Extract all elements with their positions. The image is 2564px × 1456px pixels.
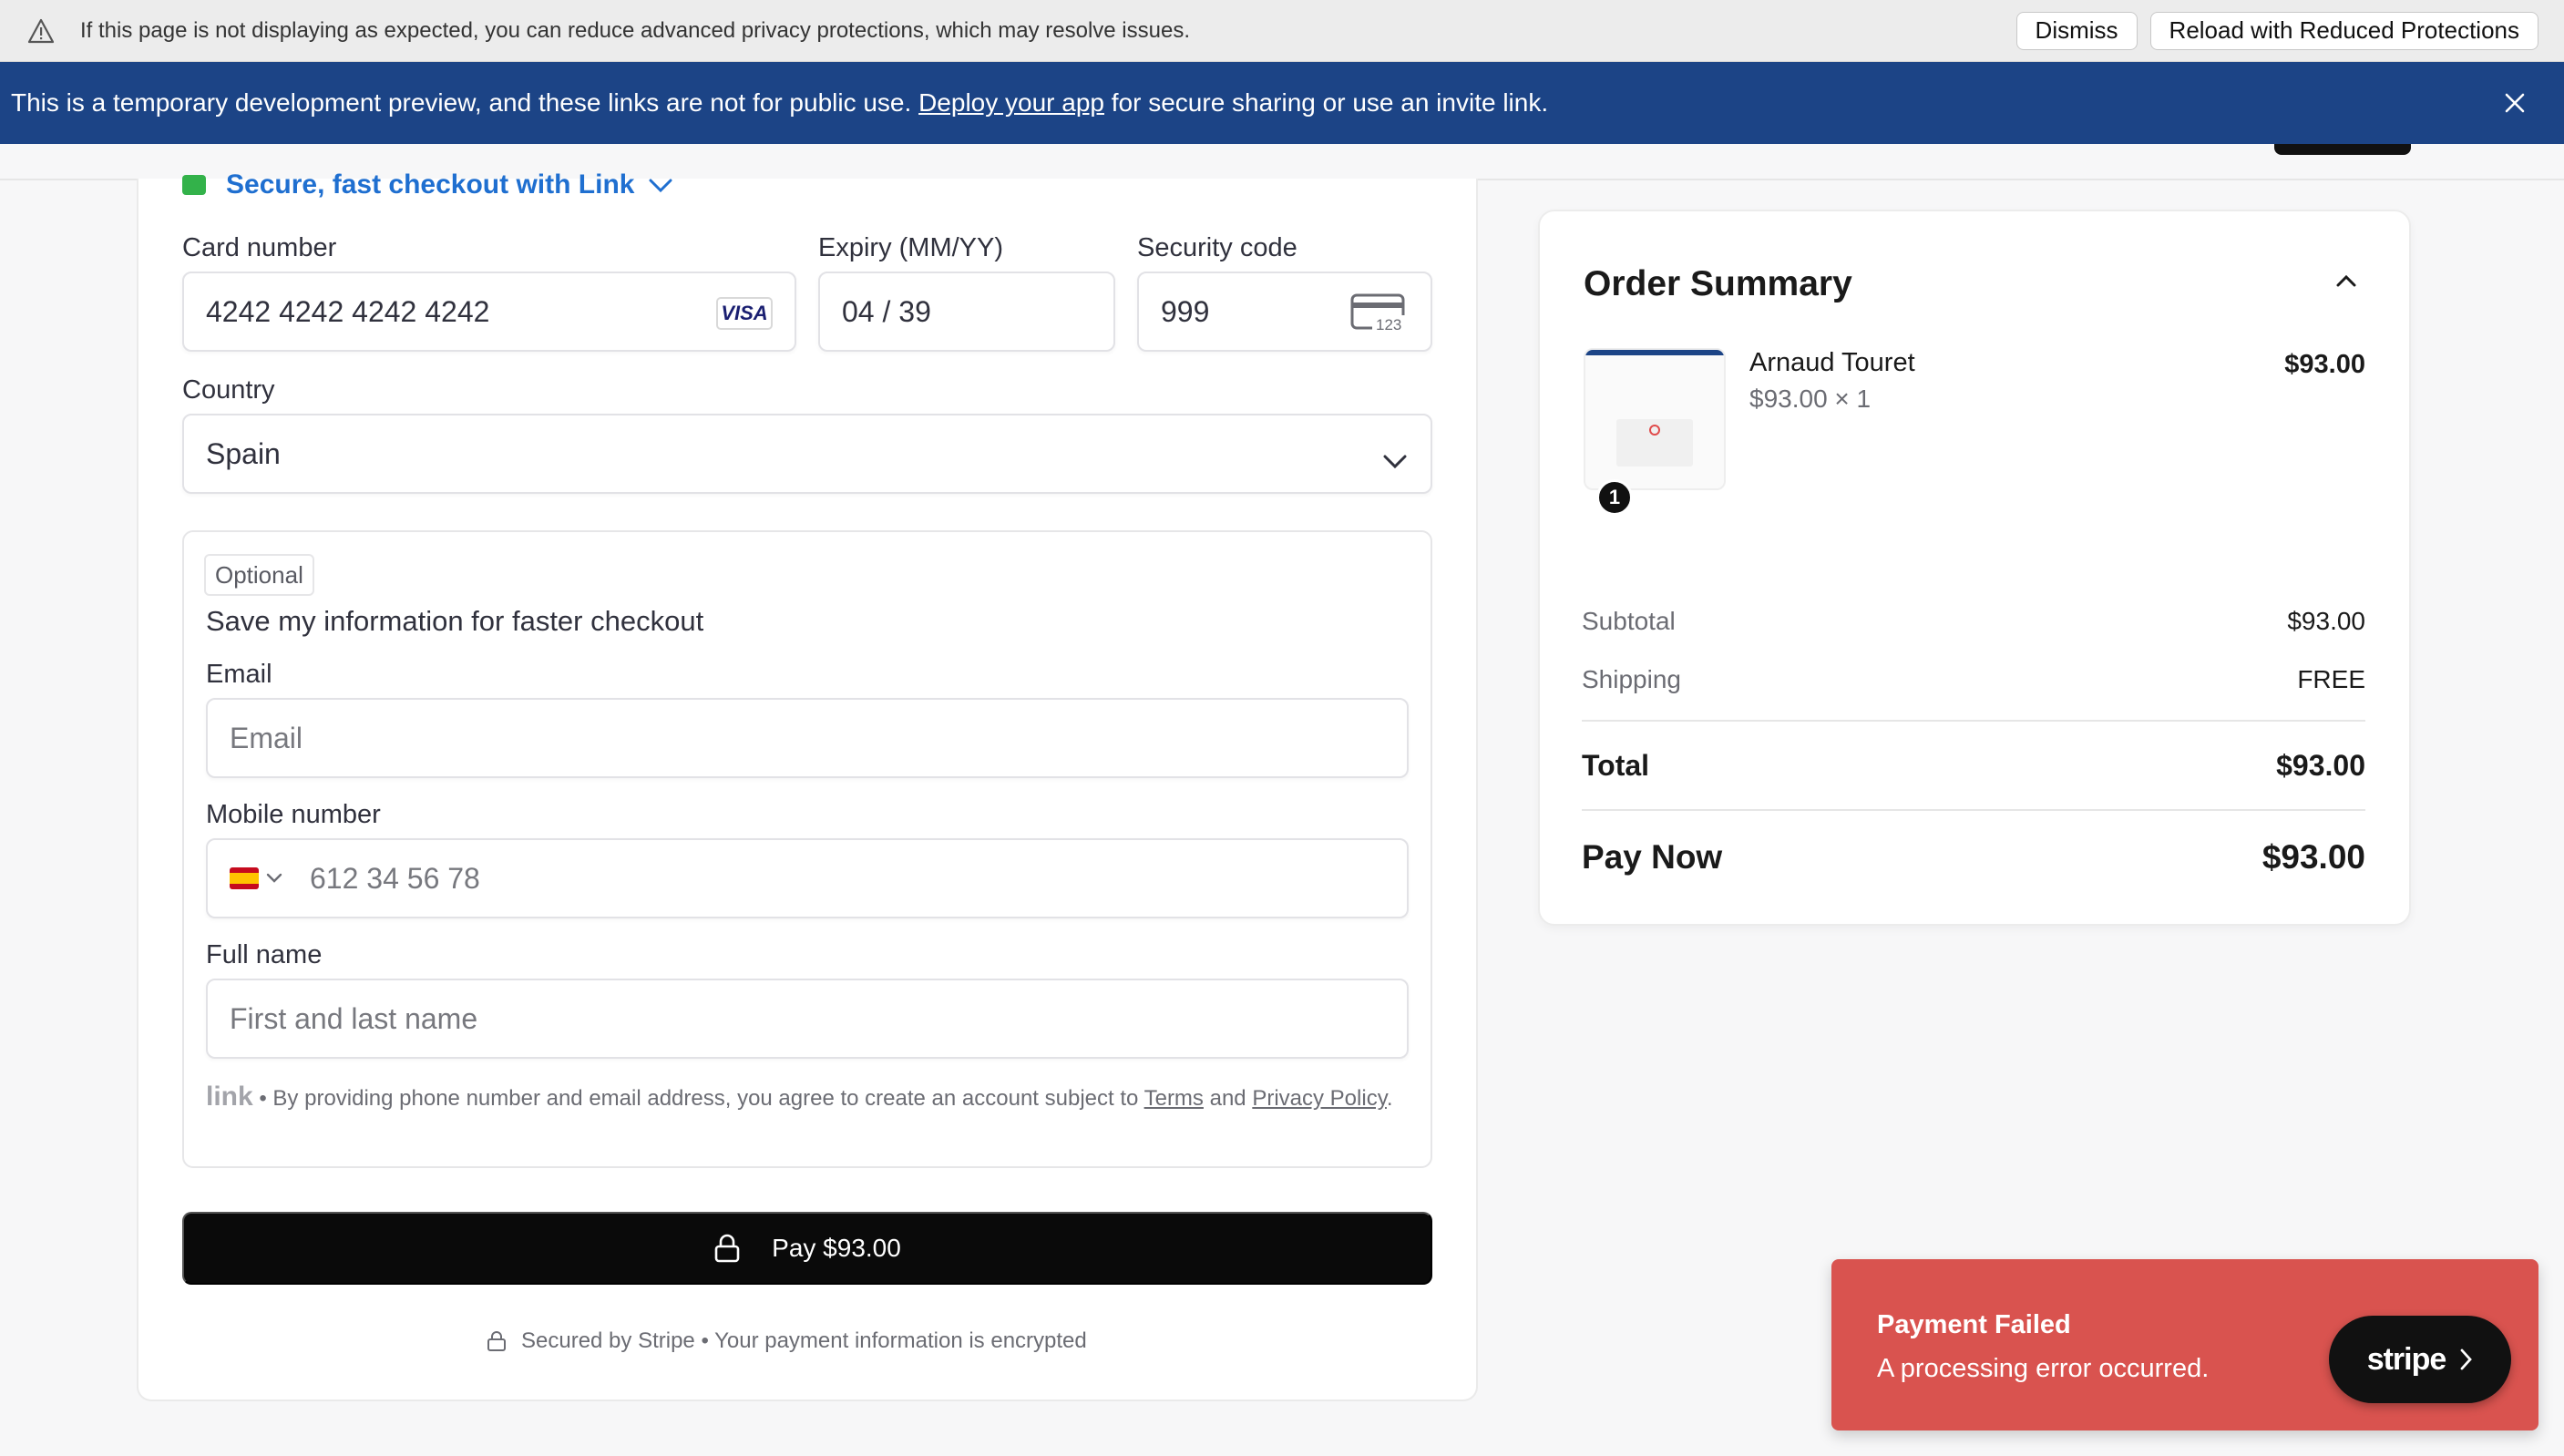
legal-end: . xyxy=(1386,1086,1393,1111)
security-code-input[interactable]: 999 123 xyxy=(1137,272,1432,352)
legal-text: link • By providing phone number and ema… xyxy=(206,1081,1418,1114)
warning-icon xyxy=(26,15,56,46)
country-code-picker[interactable] xyxy=(230,867,282,889)
mobile-label: Mobile number xyxy=(206,800,381,829)
link-logo: link xyxy=(206,1082,253,1112)
expiry-value: 04 / 39 xyxy=(842,294,931,328)
spain-flag-icon xyxy=(230,867,259,889)
order-summary-title: Order Summary xyxy=(1584,264,1852,303)
country-select[interactable]: Spain xyxy=(182,414,1432,494)
paynow-value: $93.00 xyxy=(2261,838,2365,876)
shipping-row: Shipping FREE xyxy=(1582,665,2365,694)
quantity-badge: 1 xyxy=(1596,479,1633,516)
paynow-row: Pay Now $93.00 xyxy=(1582,838,2365,877)
lock-icon xyxy=(182,175,206,195)
link-header-text: Secure, fast checkout with Link xyxy=(226,169,635,200)
optional-badge: Optional xyxy=(204,554,314,596)
card-number-label: Card number xyxy=(182,233,337,262)
privacy-message: If this page is not displaying as expect… xyxy=(80,17,1190,43)
order-summary-card xyxy=(1538,210,2411,926)
expiry-input[interactable]: 04 / 39 xyxy=(818,272,1115,352)
visa-icon: VISA xyxy=(716,297,773,330)
mobile-placeholder: 612 34 56 78 xyxy=(310,861,480,895)
lock-icon xyxy=(713,1234,741,1263)
item-name: Arnaud Touret xyxy=(1749,348,1915,377)
shipping-label: Shipping xyxy=(1582,665,1681,693)
secured-notice: Secured by Stripe • Your payment informa… xyxy=(487,1328,1087,1354)
secured-text: Secured by Stripe • Your payment informa… xyxy=(521,1328,1087,1353)
security-code-value: 999 xyxy=(1161,294,1210,328)
subtotal-value: $93.00 xyxy=(2287,607,2365,635)
pay-button[interactable]: Pay $93.00 xyxy=(182,1212,1432,1285)
card-number-input[interactable]: 4242 4242 4242 4242 VISA xyxy=(182,272,796,352)
country-value: Spain xyxy=(206,436,281,470)
toast-title: Payment Failed xyxy=(1877,1310,2071,1339)
chevron-right-icon xyxy=(2460,1348,2473,1370)
legal-body: • By providing phone number and email ad… xyxy=(252,1086,1144,1111)
item-price: $93.00 xyxy=(2284,350,2365,379)
expiry-label: Expiry (MM/YY) xyxy=(818,233,1003,262)
fullname-label: Full name xyxy=(206,940,323,969)
paynow-label: Pay Now xyxy=(1582,838,1723,876)
link-checkout-header[interactable]: Secure, fast checkout with Link xyxy=(182,169,672,200)
card-number-value: 4242 4242 4242 4242 xyxy=(206,294,490,328)
summary-divider xyxy=(1582,720,2365,722)
product-thumbnail xyxy=(1584,348,1726,490)
chevron-down-icon xyxy=(649,169,672,200)
dismiss-button[interactable]: Dismiss xyxy=(2015,11,2138,50)
dev-banner-text-before: This is a temporary development preview,… xyxy=(11,88,912,117)
privacy-policy-link[interactable]: Privacy Policy xyxy=(1252,1086,1387,1111)
save-info-title: Save my information for faster checkout xyxy=(206,605,704,637)
shipping-value: FREE xyxy=(2297,665,2365,693)
terms-link[interactable]: Terms xyxy=(1144,1086,1204,1111)
dev-banner-text: This is a temporary development preview,… xyxy=(11,88,2497,118)
lock-icon xyxy=(487,1330,507,1352)
reload-reduced-protections-button[interactable]: Reload with Reduced Protections xyxy=(2149,11,2538,50)
summary-divider xyxy=(1582,809,2365,811)
chevron-down-icon xyxy=(1383,443,1407,477)
total-value: $93.00 xyxy=(2276,749,2365,782)
toast-message: A processing error occurred. xyxy=(1877,1354,2210,1383)
email-placeholder: Email xyxy=(230,721,303,754)
stripe-badge-button[interactable]: stripe xyxy=(2329,1316,2511,1403)
legal-and: and xyxy=(1203,1086,1253,1111)
pay-button-label: Pay $93.00 xyxy=(772,1234,901,1262)
cvc-hint-text: 123 xyxy=(1376,316,1401,333)
header-button-partial[interactable] xyxy=(2274,144,2411,155)
fullname-field[interactable]: First and last name xyxy=(206,979,1409,1059)
total-label: Total xyxy=(1582,749,1650,782)
card-icon: 123 xyxy=(1350,293,1407,341)
mobile-field[interactable]: 612 34 56 78 xyxy=(206,838,1409,918)
dev-preview-banner: This is a temporary development preview,… xyxy=(0,62,2564,144)
dev-banner-text-after: for secure sharing or use an invite link… xyxy=(1111,88,1549,117)
stripe-logo: stripe xyxy=(2366,1341,2447,1377)
email-field[interactable]: Email xyxy=(206,698,1409,778)
deploy-app-link[interactable]: Deploy your app xyxy=(918,88,1104,117)
email-label: Email xyxy=(206,660,272,689)
country-label: Country xyxy=(182,375,275,405)
item-unit-price: $93.00 × 1 xyxy=(1749,385,1872,413)
chevron-down-icon xyxy=(266,873,282,883)
privacy-bar: If this page is not displaying as expect… xyxy=(0,0,2564,62)
subtotal-label: Subtotal xyxy=(1582,607,1676,635)
close-icon[interactable] xyxy=(2497,85,2533,121)
subtotal-row: Subtotal $93.00 xyxy=(1582,607,2365,636)
chevron-up-icon[interactable] xyxy=(2334,273,2358,292)
fullname-placeholder: First and last name xyxy=(230,1001,478,1035)
security-code-label: Security code xyxy=(1137,233,1297,262)
total-row: Total $93.00 xyxy=(1582,749,2365,783)
